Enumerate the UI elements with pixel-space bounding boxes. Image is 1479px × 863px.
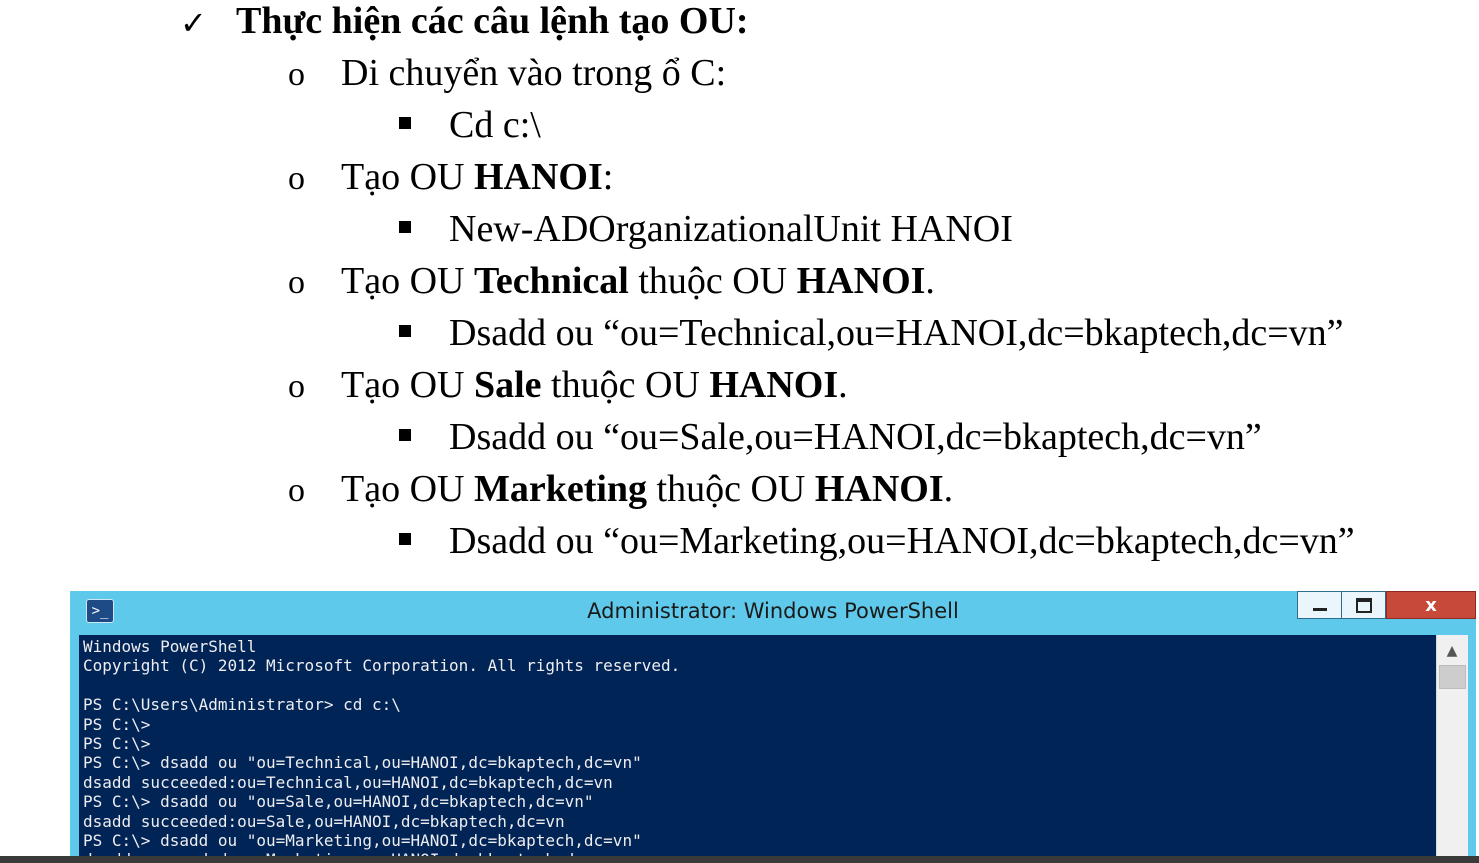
- circle-bullet-icon: o: [288, 368, 305, 405]
- circle-bullet-icon: o: [288, 56, 305, 93]
- maximize-button[interactable]: [1341, 591, 1386, 619]
- console-line: dsadd succeeded:ou=Sale,ou=HANOI,dc=bkap…: [83, 811, 565, 831]
- console-line: PS C:\> dsadd ou "ou=Marketing,ou=HANOI,…: [83, 831, 642, 851]
- check-icon: ✓: [180, 4, 207, 42]
- square-bullet-icon: [399, 533, 411, 545]
- square-bullet-icon: [399, 325, 411, 337]
- step-title-5: Tạo OU Marketing thuộc OU HANOI.: [341, 468, 954, 510]
- console-text: Windows PowerShell Copyright (C) 2012 Mi…: [79, 635, 1436, 863]
- circle-bullet-icon: o: [288, 472, 305, 509]
- console-line: Windows PowerShell: [83, 637, 257, 656]
- step-command-3: Dsadd ou “ou=Technical,ou=HANOI,dc=bkapt…: [449, 312, 1344, 354]
- close-button[interactable]: x: [1386, 591, 1476, 619]
- square-bullet-icon: [399, 429, 411, 441]
- step-command-4: Dsadd ou “ou=Sale,ou=HANOI,dc=bkaptech,d…: [449, 416, 1262, 458]
- scroll-up-icon[interactable]: ▲: [1440, 641, 1464, 661]
- window-controls: x: [1297, 591, 1476, 619]
- step-command-1: Cd c:\: [449, 104, 541, 146]
- console-line: Copyright (C) 2012 Microsoft Corporation…: [83, 656, 681, 676]
- section-heading: Thực hiện các câu lệnh tạo OU:: [236, 0, 749, 42]
- circle-bullet-icon: o: [288, 160, 305, 197]
- circle-bullet-icon: o: [288, 264, 305, 301]
- step-title-4: Tạo OU Sale thuộc OU HANOI.: [341, 364, 848, 406]
- square-bullet-icon: [399, 117, 411, 129]
- step-title-3: Tạo OU Technical thuộc OU HANOI.: [341, 260, 935, 302]
- console-line: PS C:\>: [83, 734, 151, 754]
- minimize-button[interactable]: [1297, 591, 1341, 619]
- bottom-bar: [0, 856, 1479, 863]
- console-output[interactable]: Windows PowerShell Copyright (C) 2012 Mi…: [79, 635, 1436, 863]
- step-command-5: Dsadd ou “ou=Marketing,ou=HANOI,dc=bkapt…: [449, 520, 1355, 562]
- powershell-window: >_ Administrator: Windows PowerShell x W…: [70, 591, 1476, 863]
- scrollbar-thumb[interactable]: [1439, 665, 1466, 689]
- console-line: dsadd succeeded:ou=Technical,ou=HANOI,dc…: [83, 772, 613, 792]
- window-titlebar[interactable]: >_ Administrator: Windows PowerShell x: [70, 591, 1476, 635]
- step-command-2: New-ADOrganizationalUnit HANOI: [449, 208, 1013, 250]
- console-line: PS C:\> dsadd ou "ou=Sale,ou=HANOI,dc=bk…: [83, 792, 594, 812]
- console-line: PS C:\Users\Administrator> cd c:\: [83, 695, 401, 715]
- minimize-icon: [1312, 607, 1327, 611]
- square-bullet-icon: [399, 221, 411, 233]
- step-title-2: Tạo OU HANOI:: [341, 156, 614, 198]
- maximize-icon: [1355, 597, 1372, 613]
- step-title-1: Di chuyển vào trong ổ C:: [341, 52, 727, 94]
- console-line: PS C:\>: [83, 714, 151, 734]
- console-line: PS C:\> dsadd ou "ou=Technical,ou=HANOI,…: [83, 753, 642, 773]
- vertical-scrollbar[interactable]: ▲: [1436, 635, 1468, 863]
- window-title: Administrator: Windows PowerShell: [587, 599, 959, 623]
